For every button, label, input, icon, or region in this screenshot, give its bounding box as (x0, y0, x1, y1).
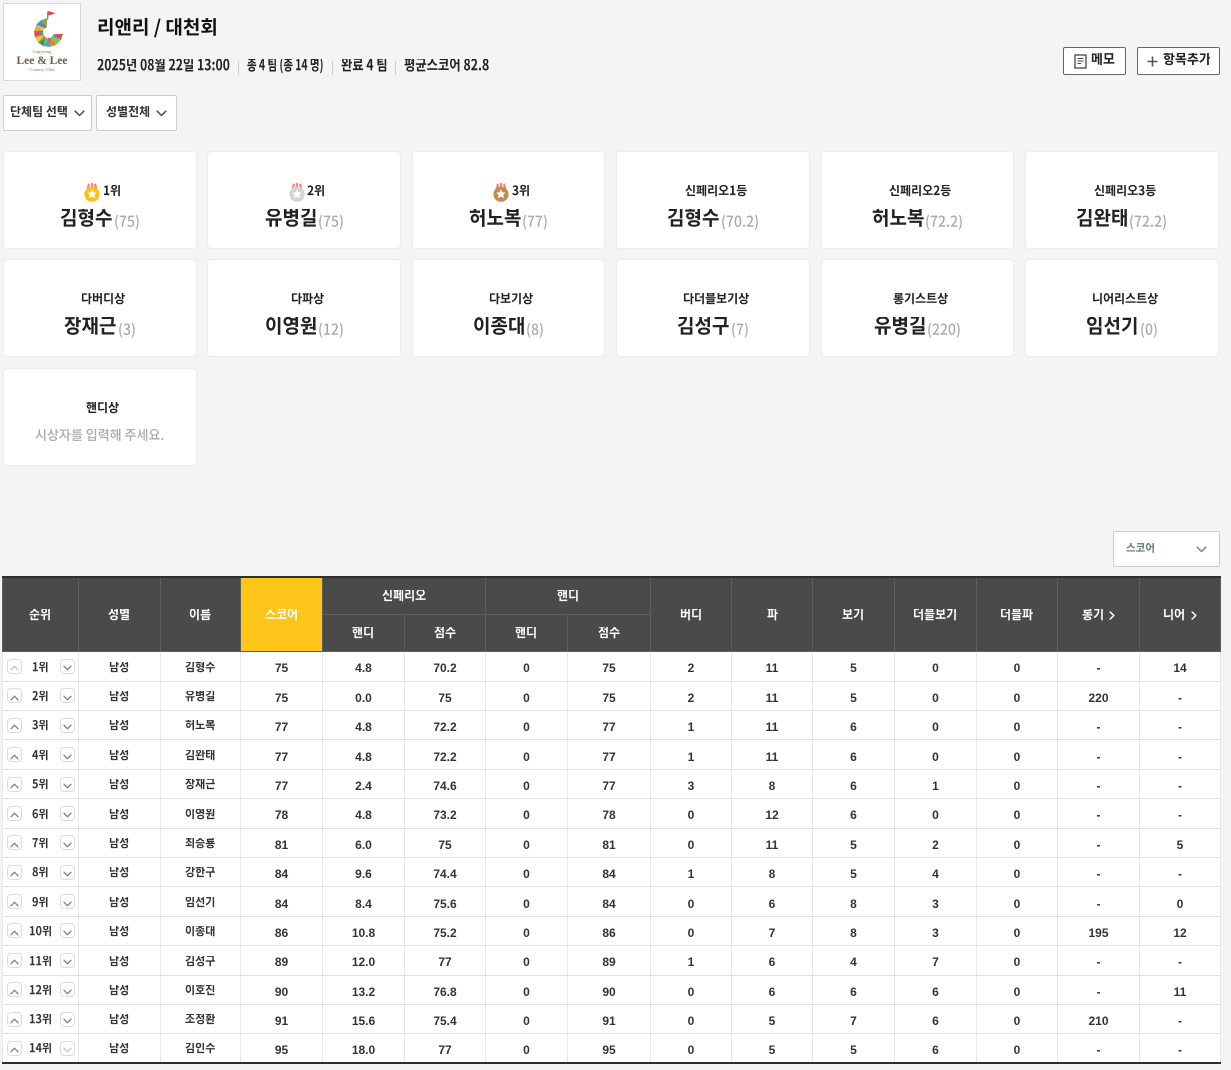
svg-text:Lee & Lee: Lee & Lee (16, 55, 67, 67)
svg-text:Gapyeong: Gapyeong (33, 49, 53, 54)
svg-text:Country Club: Country Club (29, 67, 55, 72)
